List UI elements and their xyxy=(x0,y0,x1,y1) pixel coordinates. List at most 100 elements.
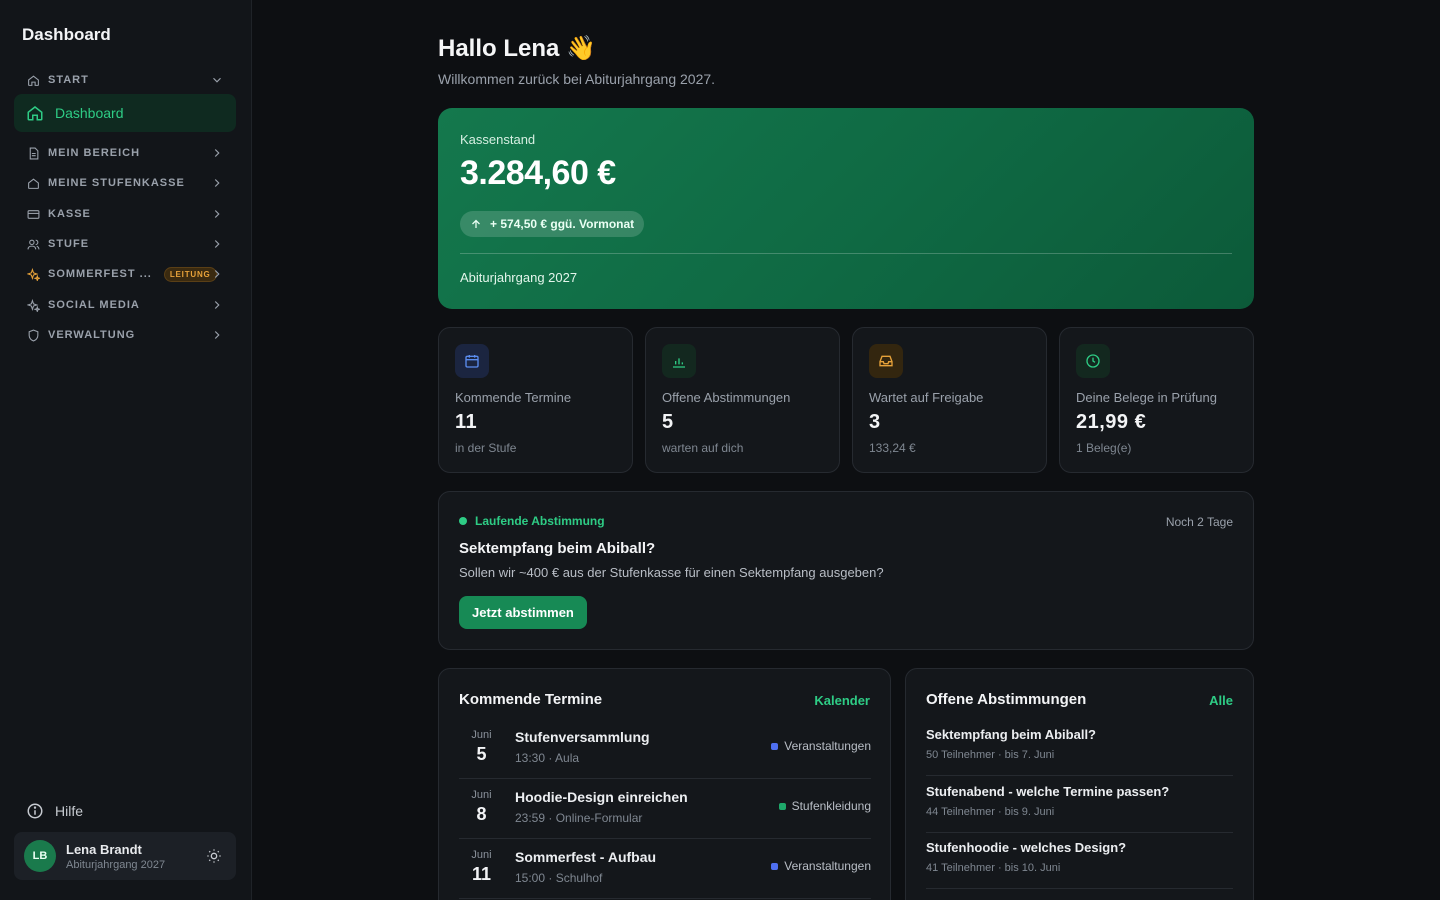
file-icon xyxy=(26,146,40,160)
event-category-label: Stufenkleidung xyxy=(791,799,871,813)
event-category-label: Veranstaltungen xyxy=(784,739,871,753)
poll-row[interactable]: Sektempfang beim Abiball? 50 Teilnehmer … xyxy=(926,719,1233,776)
home-icon xyxy=(26,104,44,122)
stat-sub: warten auf dich xyxy=(662,441,744,455)
user-card[interactable]: LB Lena Brandt Abiturjahrgang 2027 xyxy=(14,832,236,880)
arrow-up-icon xyxy=(470,218,482,230)
nav-section-label: VERWALTUNG xyxy=(48,329,136,341)
user-subtitle: Abiturjahrgang 2027 xyxy=(66,858,166,871)
event-row[interactable]: Juni 8 Hoodie-Design einreichen 23:59 · … xyxy=(459,779,871,839)
chevron-right-icon xyxy=(210,298,224,312)
poll-meta: 41 Teilnehmer · bis 10. Juni xyxy=(926,862,1061,874)
balance-card: Kassenstand 3.284,60 € + 574,50 € ggü. V… xyxy=(438,108,1254,309)
event-day: 8 xyxy=(476,804,487,824)
greeting: Hallo Lena xyxy=(438,35,560,62)
chevron-right-icon xyxy=(210,207,224,221)
stat-label: Kommende Termine xyxy=(455,390,572,405)
nav-section-label: KASSE xyxy=(48,208,91,220)
balance-change-badge: + 574,50 € ggü. Vormonat xyxy=(460,211,645,237)
nav-section-label: MEIN BEREICH xyxy=(48,147,141,159)
vote-title: Sektempfang beim Abiball? xyxy=(459,540,656,557)
divider xyxy=(460,253,1232,254)
nav-section-social-media[interactable]: SOCIAL MEDIA xyxy=(14,291,236,319)
nav-section-label: MEINE STUFENKASSE xyxy=(48,177,185,189)
chevron-right-icon xyxy=(210,176,224,190)
balance-label: Kassenstand xyxy=(460,132,536,147)
category-dot-icon xyxy=(771,742,779,750)
nav-section-start[interactable]: START xyxy=(14,66,236,94)
stat-label: Wartet auf Freigabe xyxy=(869,390,984,405)
poll-row[interactable]: Stufenabend - welche Termine passen? 44 … xyxy=(926,776,1233,833)
event-row[interactable]: Juni 11 Sommerfest - Aufbau 15:00 · Schu… xyxy=(459,839,871,899)
chevron-right-icon xyxy=(210,237,224,251)
nav-section-mein-bereich[interactable]: MEIN BEREICH xyxy=(14,139,236,167)
nav-section-kasse[interactable]: KASSE xyxy=(14,200,236,228)
home-icon xyxy=(26,176,40,190)
event-month: Juni xyxy=(471,729,492,741)
event-month: Juni xyxy=(471,849,492,861)
help-label: Hilfe xyxy=(55,803,84,819)
wave-emoji: 👋 xyxy=(566,35,596,62)
event-meta: 23:59 · Online-Formular xyxy=(515,811,643,825)
shield-icon xyxy=(26,328,40,342)
poll-meta: 50 Teilnehmer · bis 7. Juni xyxy=(926,749,1055,761)
leitung-badge: LEITUNG xyxy=(163,266,217,282)
stat-value: 5 xyxy=(662,411,674,433)
sidebar: Dashboard START Dashboard MEIN BEREICH M… xyxy=(0,0,252,900)
stat-sub: 1 Beleg(e) xyxy=(1076,441,1132,455)
current-vote-card: Laufende Abstimmung Noch 2 Tage Sektempf… xyxy=(438,491,1254,650)
chevron-right-icon xyxy=(210,146,224,160)
sparkle-icon xyxy=(26,298,40,312)
page-title: Hallo Lena 👋 xyxy=(438,34,596,63)
nav-section-verwaltung[interactable]: VERWALTUNG xyxy=(14,321,236,349)
users-icon xyxy=(26,237,40,251)
balance-footer: Abiturjahrgang 2027 xyxy=(460,270,578,285)
nav-section-stufe[interactable]: STUFE xyxy=(14,230,236,258)
nav-section-meine-stufenkasse[interactable]: MEINE STUFENKASSE xyxy=(14,169,236,197)
chevron-right-icon xyxy=(210,267,224,281)
calendar-link[interactable]: Kalender xyxy=(814,693,870,708)
event-day: 11 xyxy=(471,864,492,884)
nav-section-label: STUFE xyxy=(48,238,90,250)
vote-status-tag: Laufende Abstimmung xyxy=(459,514,605,528)
all-polls-link[interactable]: Alle xyxy=(1209,693,1233,708)
stat-card-abstimmungen[interactable]: Offene Abstimmungen 5 warten auf dich xyxy=(645,327,840,473)
event-meta: 15:00 · Schulhof xyxy=(515,871,603,885)
app-brand: Dashboard xyxy=(22,25,111,44)
stat-value: 11 xyxy=(455,411,478,433)
chevron-down-icon xyxy=(210,73,224,87)
vote-description: Sollen wir ~400 € aus der Stufenkasse fü… xyxy=(459,565,884,580)
event-category: Veranstaltungen xyxy=(771,739,871,753)
nav-section-sommerfest[interactable]: SOMMERFEST ... LEITUNG xyxy=(14,260,236,288)
balance-change-text: + 574,50 € ggü. Vormonat xyxy=(490,217,635,231)
stat-sub: 133,24 € xyxy=(869,441,916,455)
sun-icon[interactable] xyxy=(206,848,222,864)
stat-value: 3 xyxy=(869,411,881,433)
stat-card-belege[interactable]: Deine Belege in Prüfung 21,99 € 1 Beleg(… xyxy=(1059,327,1254,473)
polls-panel: Offene Abstimmungen Alle Sektempfang bei… xyxy=(905,668,1254,900)
category-dot-icon xyxy=(778,802,786,810)
event-day: 5 xyxy=(476,744,487,764)
chevron-right-icon xyxy=(210,328,224,342)
balance-amount: 3.284,60 € xyxy=(460,154,616,192)
help-link[interactable]: Hilfe xyxy=(26,802,83,820)
poll-title: Sektempfang beim Abiball? xyxy=(926,727,1096,742)
sparkle-icon xyxy=(26,267,40,281)
poll-row[interactable]: Stufenhoodie - welches Design? 41 Teilne… xyxy=(926,832,1233,889)
category-dot-icon xyxy=(771,862,779,870)
vote-now-button[interactable]: Jetzt abstimmen xyxy=(459,596,587,629)
event-row[interactable]: Juni 5 Stufenversammlung 13:30 · Aula Ve… xyxy=(459,719,871,779)
poll-title: Stufenabend - welche Termine passen? xyxy=(926,784,1170,799)
event-category-label: Veranstaltungen xyxy=(784,859,871,873)
home-icon xyxy=(26,73,40,87)
stat-label: Offene Abstimmungen xyxy=(662,390,791,405)
sidebar-item-dashboard[interactable]: Dashboard xyxy=(14,94,236,132)
sidebar-item-label: Dashboard xyxy=(55,105,124,121)
panel-title: Offene Abstimmungen xyxy=(926,691,1087,708)
bar-chart-icon xyxy=(662,344,696,378)
event-name: Stufenversammlung xyxy=(515,729,650,745)
stat-card-freigabe[interactable]: Wartet auf Freigabe 3 133,24 € xyxy=(852,327,1047,473)
nav-section-label: START xyxy=(48,74,89,86)
events-panel: Kommende Termine Kalender Juni 5 Stufenv… xyxy=(438,668,891,900)
stat-card-termine[interactable]: Kommende Termine 11 in der Stufe xyxy=(438,327,633,473)
